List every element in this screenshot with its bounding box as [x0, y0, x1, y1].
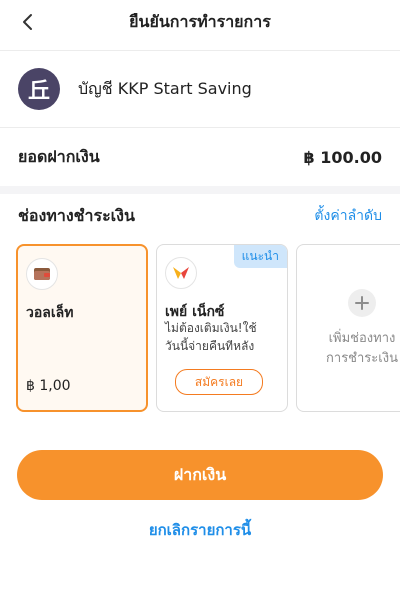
plus-icon: [348, 289, 376, 317]
section-divider: [0, 186, 400, 194]
wallet-name: วอลเล็ท: [26, 305, 74, 321]
wallet-balance: ฿ 1,00: [26, 378, 71, 394]
top-bar: ยืนยันการทำรายการ: [0, 0, 400, 44]
chevron-left-icon: [23, 14, 32, 30]
amount-row: ยอดฝากเงิน ฿ 100.00: [0, 128, 400, 186]
amount-label: ยอดฝากเงิน: [18, 146, 100, 166]
payment-method-list: วอลเล็ท ฿ 1,00 แนะนำ เพย์ เน็กซ์ ไม่ต้อง…: [16, 244, 400, 416]
paynext-description: ไม่ต้องเติมเงิน!ใช้ วันนี้จ่ายคืนทีหลัง: [165, 319, 291, 355]
add-payment-label: เพิ่มช่องทาง การชำระเงิน: [326, 329, 398, 369]
payment-section-title: ช่องทางชำระเงิน: [18, 205, 135, 225]
page-title: ยืนยันการทำรายการ: [129, 11, 271, 31]
payment-section-header: ช่องทางชำระเงิน ตั้งค่าลำดับ: [0, 202, 400, 230]
add-payment-method-card[interactable]: เพิ่มช่องทาง การชำระเงิน: [296, 244, 400, 412]
back-button[interactable]: [12, 8, 44, 36]
wallet-icon: [26, 258, 58, 290]
amount-value: ฿ 100.00: [303, 147, 382, 167]
bank-logo-icon: 丘: [18, 68, 60, 110]
add-payment-label-line-2: การชำระเงิน: [326, 351, 398, 366]
apply-now-button[interactable]: สมัครเลย: [175, 369, 263, 395]
add-payment-label-line-1: เพิ่มช่องทาง: [328, 331, 396, 346]
sort-settings-link[interactable]: ตั้งค่าลำดับ: [314, 205, 382, 227]
paynext-desc-line-1: ไม่ต้องเติมเงิน!ใช้: [165, 321, 257, 335]
paynext-logo-icon: [165, 257, 197, 289]
deposit-button[interactable]: ฝากเงิน: [17, 450, 383, 500]
account-name: บัญชี KKP Start Saving: [78, 78, 252, 98]
recommended-badge: แนะนำ: [233, 245, 287, 268]
paynext-desc-line-2: วันนี้จ่ายคืนทีหลัง: [165, 339, 255, 353]
payment-card-paynext[interactable]: แนะนำ เพย์ เน็กซ์ ไม่ต้องเติมเงิน!ใช้ วั…: [156, 244, 288, 412]
cancel-transaction-link[interactable]: ยกเลิกรายการนี้: [0, 516, 400, 544]
account-row: 丘 บัญชี KKP Start Saving: [0, 50, 400, 128]
payment-card-wallet[interactable]: วอลเล็ท ฿ 1,00: [16, 244, 148, 412]
